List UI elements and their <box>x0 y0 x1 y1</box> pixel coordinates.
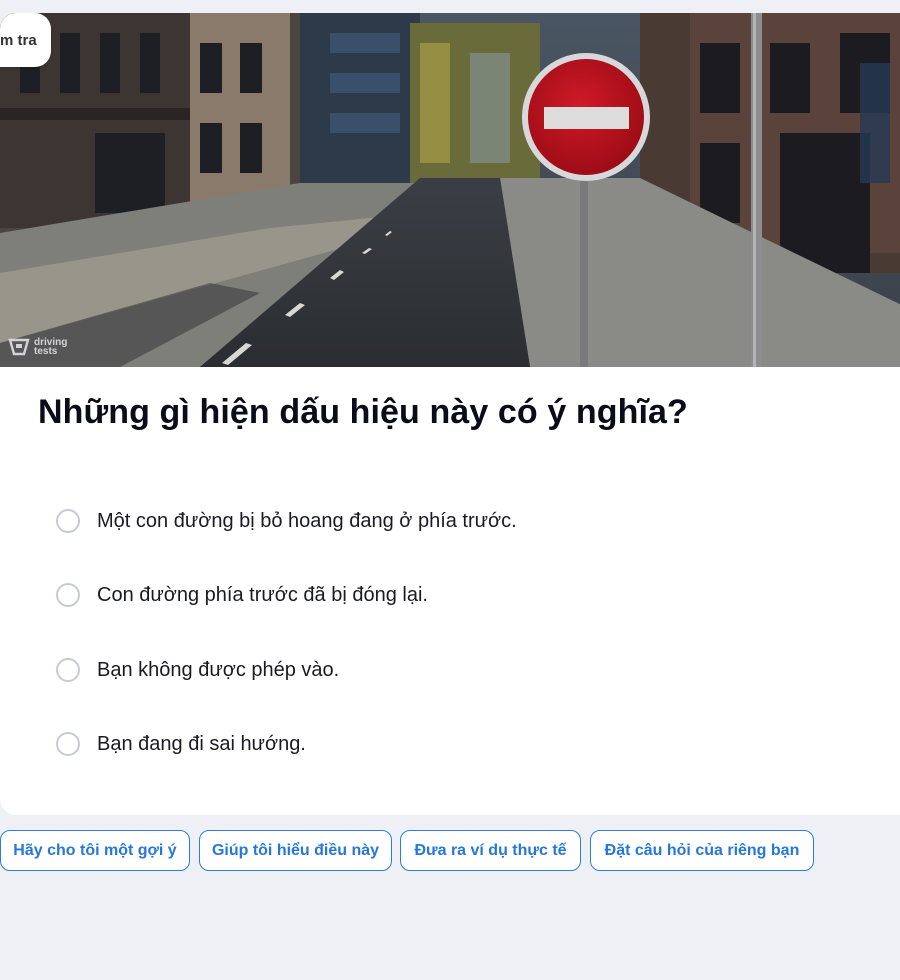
answer-option[interactable]: Bạn đang đi sai hướng. <box>56 732 306 756</box>
answer-option[interactable]: Con đường phía trước đã bị đóng lại. <box>56 583 428 607</box>
no-entry-sign-photo <box>0 13 900 367</box>
radio-button[interactable] <box>56 509 80 533</box>
answer-option[interactable]: Một con đường bị bỏ hoang đang ở phía tr… <box>56 509 517 533</box>
answer-option-label: Bạn đang đi sai hướng. <box>97 732 306 755</box>
radio-button[interactable] <box>56 658 80 682</box>
ask-own-question-button[interactable]: Đặt câu hỏi của riêng bạn <box>590 830 814 871</box>
answer-option-label: Bạn không được phép vào. <box>97 658 340 681</box>
answer-option-label: Một con đường bị bỏ hoang đang ở phía tr… <box>97 509 517 532</box>
answer-option[interactable]: Bạn không được phép vào. <box>56 658 339 682</box>
driving-tests-logo: driving tests <box>8 337 67 357</box>
question-text: Những gì hiện dấu hiệu này có ý nghĩa? <box>38 393 688 431</box>
driving-tests-logo-icon <box>8 338 30 356</box>
radio-button[interactable] <box>56 583 80 607</box>
explain-button[interactable]: Giúp tôi hiểu điều này <box>199 830 392 871</box>
radio-button[interactable] <box>56 732 80 756</box>
check-badge[interactable]: m tra <box>0 13 51 67</box>
answer-option-label: Con đường phía trước đã bị đóng lại. <box>97 583 428 606</box>
hint-button[interactable]: Hãy cho tôi một gợi ý <box>0 830 190 871</box>
real-example-button[interactable]: Đưa ra ví dụ thực tế <box>400 830 581 871</box>
logo-line-2: tests <box>34 346 58 357</box>
check-badge-label: m tra <box>0 31 37 49</box>
